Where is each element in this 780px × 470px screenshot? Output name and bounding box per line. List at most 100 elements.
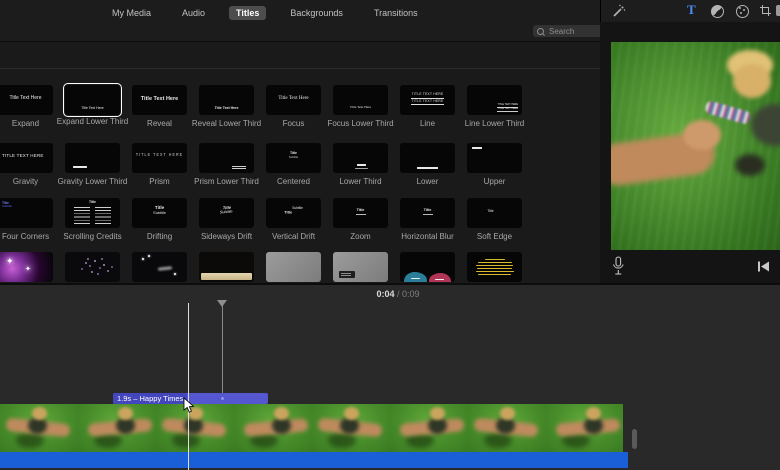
title-template-expand[interactable]: Title Text Here Expand: [0, 85, 59, 128]
voiceover-microphone-icon[interactable]: [611, 256, 625, 277]
title-template-reveal[interactable]: Title Text Here Reveal: [126, 85, 193, 128]
tab-audio[interactable]: Audio: [175, 6, 212, 20]
title-template-label: Four Corners: [1, 232, 50, 241]
title-template-label: Gravity Lower Third: [57, 177, 128, 186]
title-template-scrolling-credits[interactable]: Title Scrolling Credits: [59, 198, 126, 241]
title-template-label: Reveal: [147, 119, 172, 128]
enhance-wand-icon[interactable]: [611, 4, 626, 19]
skip-to-start-icon[interactable]: [757, 261, 770, 272]
holding-hands: [683, 120, 721, 150]
search-input[interactable]: [547, 25, 597, 37]
title-template-animated-2[interactable]: [59, 252, 126, 282]
color-balance-icon[interactable]: [711, 5, 724, 18]
search-field[interactable]: [533, 25, 605, 37]
title-template-horizontal-blur[interactable]: Title Horizontal Blur: [394, 198, 461, 241]
thumb-preview-text: TITLE TEXT HERE TITLE TEXT HERE: [497, 103, 518, 112]
title-template-upper[interactable]: Upper: [461, 143, 528, 186]
color-correction-icon[interactable]: [736, 5, 749, 18]
thumb-preview-text: Title: [422, 208, 433, 215]
torn-text-dash: [435, 278, 444, 280]
thumb-preview-text: Title: [89, 200, 96, 204]
title-template-animated-1[interactable]: ✦ ✦: [0, 252, 59, 282]
titles-text-tool[interactable]: T: [687, 2, 696, 18]
thumb-preview-bar: [73, 165, 87, 168]
background-music-clip[interactable]: [0, 452, 628, 468]
title-template-animated-8[interactable]: [461, 252, 528, 282]
titles-row-1: Title Text Here Expand Title Text Here E…: [0, 82, 528, 128]
thumb-preview-text: Title Text Here: [278, 96, 309, 101]
timeline: 0:04 / 0:09 1.9s – Happy Times: [0, 285, 780, 470]
title-template-animated-7[interactable]: [394, 252, 461, 282]
tab-my-media[interactable]: My Media: [105, 6, 158, 20]
title-template-sideways-drift[interactable]: Title Subtitle Sideways Drift: [193, 198, 260, 241]
title-template-drifting[interactable]: Title Subtitle Drifting: [126, 198, 193, 241]
titles-row-2: TITLE TEXT HERE Gravity Gravity Lower Th…: [0, 143, 528, 186]
title-template-expand-lower-third[interactable]: Title Text Here Expand Lower Third: [57, 82, 128, 128]
thumb-preview-text: TitleSubtitle: [153, 205, 166, 215]
filmstrip-frame[interactable]: [234, 404, 312, 452]
title-template-label: Sideways Drift: [200, 232, 253, 241]
crop-icon[interactable]: [760, 5, 771, 16]
title-template-soft-edge[interactable]: Title Soft Edge: [461, 198, 528, 241]
title-template-focus-lower-third[interactable]: Title Text Here Focus Lower Third: [327, 85, 394, 128]
tab-backgrounds[interactable]: Backgrounds: [283, 6, 350, 20]
filmstrip-frame[interactable]: [546, 404, 623, 452]
thumb-preview-bar: [355, 167, 368, 169]
title-template-line[interactable]: TITLE TEXT HERE TITLE TEXT HERE Line: [394, 85, 461, 128]
time-total: 0:09: [402, 289, 420, 299]
tab-titles[interactable]: Titles: [229, 6, 267, 20]
title-template-animated-5[interactable]: [260, 252, 327, 282]
dust-dot: [174, 273, 176, 275]
title-template-label: Centered: [277, 177, 310, 186]
title-template-line-lower-third[interactable]: TITLE TEXT HERE TITLE TEXT HERE Line Low…: [461, 85, 528, 128]
thumb-preview-text: Title Text Here: [81, 105, 104, 110]
filmstrip-frame[interactable]: [0, 404, 78, 452]
thumb-preview-bar: [357, 164, 366, 166]
title-template-four-corners[interactable]: Title Subtitle Four Corners: [0, 198, 59, 241]
tab-transitions[interactable]: Transitions: [367, 6, 425, 20]
title-template-reveal-lower-third[interactable]: Title Text Here Reveal Lower Third: [191, 85, 262, 128]
search-icon: [537, 27, 544, 35]
filmstrip-frame[interactable]: [78, 404, 156, 452]
title-template-prism[interactable]: TITLE TEXT HERE Prism: [126, 143, 193, 186]
clip-end-handle[interactable]: [632, 429, 637, 449]
title-template-zoom[interactable]: Title Zoom: [327, 198, 394, 241]
title-template-animated-3[interactable]: [126, 252, 193, 282]
paper-strip: [201, 273, 252, 280]
filmstrip-frame[interactable]: [468, 404, 546, 452]
preview-control-strip: [600, 250, 780, 283]
title-template-animated-4[interactable]: [193, 252, 260, 282]
title-template-label: Focus Lower Third: [327, 119, 394, 128]
video-clip-filmstrip[interactable]: [0, 404, 623, 452]
torn-paper-teal: [404, 272, 427, 282]
title-template-label: Gravity: [12, 177, 39, 186]
title-template-focus[interactable]: Title Text Here Focus: [260, 85, 327, 128]
panel-divider: [0, 68, 600, 69]
mouse-cursor: [183, 397, 195, 413]
title-template-animated-6[interactable]: [327, 252, 394, 282]
filmstrip-frame[interactable]: [390, 404, 468, 452]
title-template-label: Upper: [483, 177, 506, 186]
playhead[interactable]: [188, 303, 189, 470]
thumb-preview-text: Title Text Here: [214, 106, 239, 111]
title-template-lower[interactable]: Lower: [394, 143, 461, 186]
title-template-gravity[interactable]: TITLE TEXT HERE Gravity: [0, 143, 59, 186]
title-template-label: Drifting: [146, 232, 173, 241]
title-template-label: Lower: [416, 177, 439, 186]
title-template-prism-lower-third[interactable]: Prism Lower Third: [193, 143, 260, 186]
title-template-lower-third[interactable]: Lower Third: [327, 143, 394, 186]
title-template-centered[interactable]: Title Subtitle Centered: [260, 143, 327, 186]
clipped-toolbar-icon[interactable]: [776, 5, 780, 16]
filmstrip-frame[interactable]: [156, 404, 234, 452]
crawl-text-lines: [467, 252, 522, 282]
title-clip-label: 1.9s – Happy Times: [113, 393, 188, 404]
video-preview[interactable]: [611, 42, 780, 250]
range-marker-handle[interactable]: [217, 300, 227, 307]
title-template-gravity-lower-third[interactable]: Gravity Lower Third: [57, 143, 128, 186]
title-template-vertical-drift[interactable]: TitleSubtitle Vertical Drift: [260, 198, 327, 241]
filmstrip-frame[interactable]: [312, 404, 390, 452]
thumb-preview-bar: [417, 167, 438, 169]
title-template-label: Reveal Lower Third: [191, 119, 262, 128]
thumb-preview-text: Title Text Here: [9, 95, 42, 101]
selected-ring: Title Text Here: [63, 82, 122, 117]
